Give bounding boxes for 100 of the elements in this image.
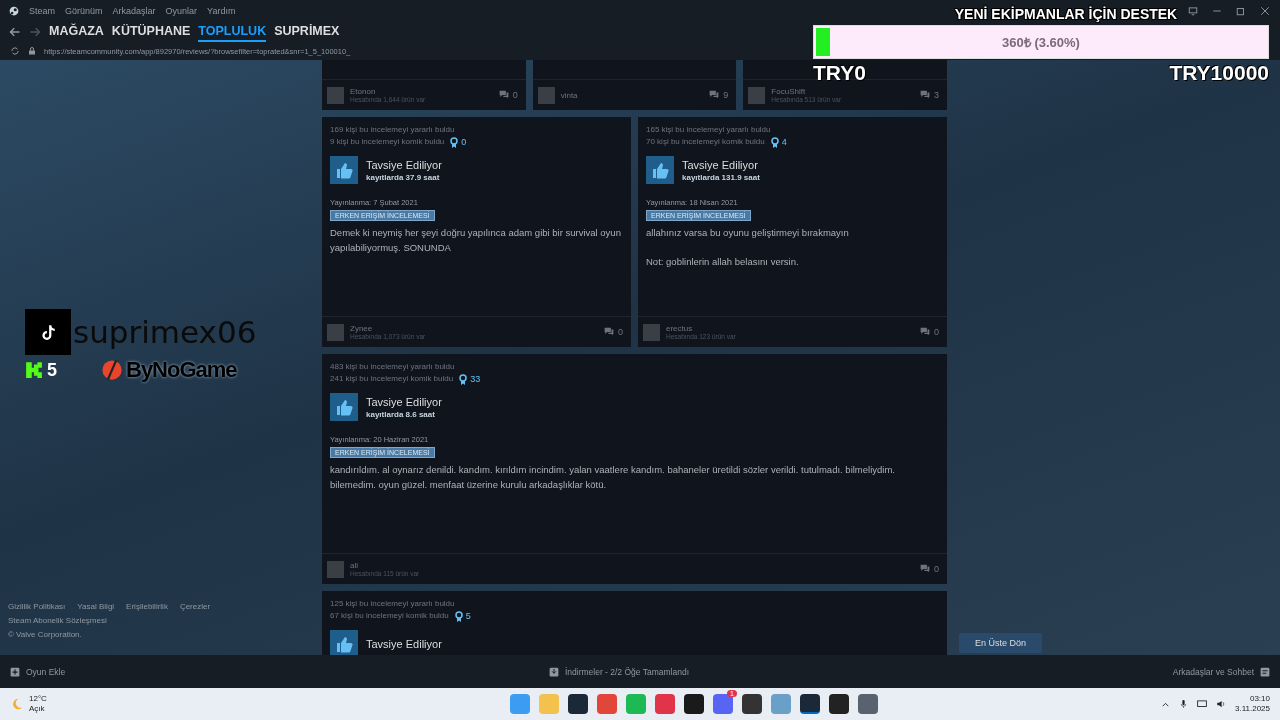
helpful-count: 169 kişi bu incelemeyi yararlı buldu xyxy=(330,124,456,136)
comment-icon xyxy=(919,90,931,100)
copyright-text: © Valve Corporation. xyxy=(8,630,83,639)
moon-icon xyxy=(10,697,24,711)
comment-icon xyxy=(708,90,721,100)
sponsor-name: ByNoGame xyxy=(126,357,237,383)
avatar[interactable] xyxy=(643,323,660,341)
avatar[interactable] xyxy=(327,560,344,578)
add-game-button[interactable]: Oyun Ekle xyxy=(26,666,66,677)
award-count: 33 xyxy=(470,373,481,385)
verdict-title: Tavsiye Ediliyor xyxy=(366,395,442,408)
maximize-icon xyxy=(1236,6,1246,16)
nav-tab[interactable]: SUPRİMEX xyxy=(274,22,340,42)
funny-count: 9 kişi bu incelemeyi komik buldu xyxy=(330,136,445,148)
goal-min: TRY0 xyxy=(813,61,866,85)
avatar[interactable] xyxy=(537,86,555,104)
note-logo-icon xyxy=(25,309,71,355)
verdict-title: Tavsiye Ediliyor xyxy=(366,158,442,171)
menu-item[interactable]: Yardım xyxy=(207,6,236,16)
thumbs-up-icon xyxy=(646,156,674,184)
slash-logo-icon xyxy=(101,359,123,381)
avatar[interactable] xyxy=(327,86,344,104)
playtime: kayıtlarda 37.9 saat xyxy=(366,172,441,182)
author-name[interactable]: FocuShift xyxy=(771,87,842,96)
menu-item[interactable]: Görünüm xyxy=(65,6,103,16)
downloads-status[interactable]: İndirmeler - 2/2 Öğe Tamamlandı xyxy=(564,666,689,677)
streamer-handle: suprimex06 xyxy=(73,314,257,350)
review-text: kandırıldım. al oynarız denildi. kandım. kırıldım incindim. yalan vaatlere kandım. bahaneler üretildi sözler verildi. tutulmadı. bilmeliydim. bilemedim. oyun güzel. menfaat üzerine kurulu arkadaşlıklar kötü. xyxy=(330,463,896,492)
weather-condition: Açık xyxy=(29,704,46,714)
comment-count: 3 xyxy=(934,90,939,100)
follower-count: 5 xyxy=(47,359,57,381)
verdict-title: Tavsiye Ediliyor xyxy=(682,158,759,171)
network-icon xyxy=(1197,699,1207,709)
nav-tab[interactable]: KÜTÜPHANE xyxy=(111,22,191,42)
footer-link[interactable]: Steam Abonelik Sözleşmesi xyxy=(8,616,322,625)
author-name[interactable]: Zynee xyxy=(350,324,426,333)
review-text: Demek ki neymiş her şeyi doğru yapılınca adam gibi bir survival oyun yapılabiliyormuş. SONUNDA xyxy=(330,226,622,255)
comment-count: 0 xyxy=(934,564,939,574)
author-name[interactable]: erectus xyxy=(666,324,736,333)
back-to-top-button[interactable]: En Üste Dön xyxy=(959,633,1043,653)
back-arrow-icon xyxy=(9,26,21,38)
footer-link[interactable]: Erişilebilirlik xyxy=(126,602,168,611)
monitor-icon xyxy=(1188,6,1198,16)
award-icon xyxy=(454,610,463,622)
thumbs-up-icon xyxy=(330,156,358,184)
close-icon xyxy=(1260,6,1270,16)
comment-count: 0 xyxy=(618,327,623,337)
donation-goal-title: YENİ EKİPMANLAR İÇİN DESTEK xyxy=(954,6,1178,22)
comment-count: 0 xyxy=(934,327,939,337)
award-icon xyxy=(450,136,459,148)
funny-count: 70 kişi bu incelemeyi komik buldu xyxy=(646,136,765,148)
review-text: allahınız varsa bu oyunu geliştirmeyi bırakmayın xyxy=(646,226,850,240)
menu-item[interactable]: Arkadaşlar xyxy=(112,6,156,16)
nav-tab[interactable]: MAĞAZA xyxy=(49,22,104,42)
award-icon xyxy=(770,136,779,148)
avatar[interactable] xyxy=(327,323,344,341)
forward-arrow-icon xyxy=(29,26,41,38)
review-text: Not: goblinlerin allah belasını versin. xyxy=(646,255,800,269)
verdict-title: Tavsiye Ediliyor xyxy=(366,638,442,650)
award-count: 0 xyxy=(461,136,467,148)
playtime: kayıtlarda 8.6 saat xyxy=(366,409,436,419)
clock-date: 3.11.2025 xyxy=(1235,704,1270,714)
thumbs-up-icon xyxy=(330,393,358,421)
volume-icon xyxy=(1216,699,1226,709)
award-count: 5 xyxy=(465,610,471,622)
comment-icon xyxy=(603,327,615,337)
helpful-count: 125 kişi bu incelemeyi yararlı buldu xyxy=(330,598,456,610)
award-icon xyxy=(459,373,468,385)
reload-icon xyxy=(10,46,20,56)
friends-chat-button[interactable]: Arkadaşlar ve Sohbet xyxy=(1172,666,1254,677)
add-icon xyxy=(10,666,20,677)
footer-link[interactable]: Gizlilik Politikası xyxy=(8,602,66,611)
k-logo-icon xyxy=(25,361,43,379)
temperature: 12°C xyxy=(29,694,47,704)
funny-count: 241 kişi bu incelemeyi komik buldu xyxy=(330,373,454,385)
microphone-icon xyxy=(1179,699,1188,709)
donation-amount: 360₺ (3.60%) xyxy=(1002,34,1080,51)
author-name[interactable]: vinta xyxy=(560,90,578,100)
comment-count: 0 xyxy=(512,90,518,100)
goal-max: TRY10000 xyxy=(1169,61,1269,85)
author-name[interactable]: Etonon xyxy=(350,87,426,96)
comment-icon xyxy=(919,327,931,337)
clock-time: 03:10 xyxy=(1249,694,1270,704)
nav-tab[interactable]: TOPLULUK xyxy=(198,22,267,42)
playtime: kayıtlarda 131.9 saat xyxy=(682,172,760,182)
menu-item[interactable]: Oyunlar xyxy=(165,6,198,16)
author-name[interactable]: ali xyxy=(350,561,420,570)
avatar[interactable] xyxy=(748,86,766,104)
footer-link[interactable]: Çerezler xyxy=(179,602,211,611)
lock-icon xyxy=(28,46,36,56)
helpful-count: 483 kişi bu incelemeyi yararlı buldu xyxy=(330,361,456,373)
helpful-count: 165 kişi bu incelemeyi yararlı buldu xyxy=(646,124,772,136)
comment-icon xyxy=(497,90,510,100)
footer-link[interactable]: Yasal Bilgi xyxy=(77,602,115,611)
thumbs-up-icon xyxy=(330,630,358,655)
funny-count: 67 kişi bu incelemeyi komik buldu xyxy=(330,610,449,622)
comment-icon xyxy=(919,564,931,574)
menu-item[interactable]: Steam xyxy=(29,6,55,16)
download-icon xyxy=(548,666,559,677)
comment-count: 9 xyxy=(723,90,729,100)
